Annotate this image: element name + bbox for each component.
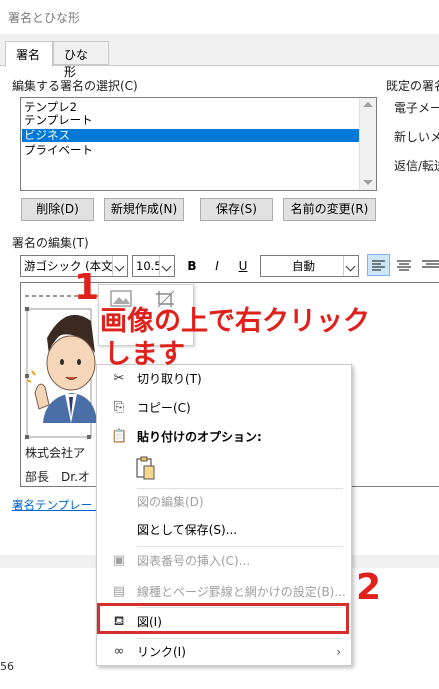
scroll-down-icon[interactable] (363, 180, 373, 185)
list-item[interactable]: プライベート (22, 144, 359, 157)
default-reply-label: 返信/転送 (394, 159, 439, 173)
rename-button[interactable]: 名前の変更(R) (283, 198, 376, 221)
page-icon: ▤ (112, 584, 126, 599)
edit-signature-label: 署名の編集(T) (12, 236, 89, 250)
menu-item-edit-picture[interactable]: 図の編集(D) (97, 491, 351, 513)
menu-item-borders-shading[interactable]: ▤ 線種とページ罫線と網かけの設定(B)... (97, 581, 351, 603)
align-right-icon (422, 260, 439, 268)
menu-item-save-as-picture[interactable]: 図として保存(S)... (97, 519, 351, 541)
align-left-icon (372, 260, 385, 271)
signature-select-label: 編集する署名の選択(C) (12, 79, 138, 93)
step1-text-line1: 画像の上で右クリック (100, 306, 370, 337)
new-signature-button[interactable]: 新規作成(N) (104, 198, 184, 221)
chevron-down-icon[interactable] (343, 256, 358, 276)
signature-title: 部長 Dr.オ (25, 470, 90, 484)
menu-separator (137, 638, 343, 639)
background-number: 56 (0, 660, 14, 673)
font-color-select[interactable]: 自動 (260, 255, 359, 277)
chevron-down-icon[interactable] (112, 256, 127, 276)
align-center-button[interactable] (393, 255, 415, 275)
submenu-arrow-icon: › (336, 645, 341, 659)
highlight-box (97, 603, 349, 634)
menu-item-paste-options: 📋 貼り付けのオプション: (111, 429, 262, 444)
bold-button[interactable]: B (182, 257, 202, 275)
font-color-value: 自動 (292, 259, 315, 273)
step2-number: 2 (356, 567, 382, 608)
font-size-select[interactable]: 10.5 (132, 255, 175, 277)
caption-icon: ▣ (112, 553, 126, 568)
tab-signature[interactable]: 署名 (5, 41, 53, 67)
scissors-icon: ✂ (113, 371, 125, 386)
window-title: 署名とひな形 (8, 11, 81, 25)
scroll-up-icon[interactable] (363, 102, 373, 107)
tab-template[interactable]: ひな形 (53, 41, 109, 79)
list-item[interactable]: テンプレート (22, 114, 359, 127)
align-right-button[interactable] (418, 255, 439, 275)
delete-button[interactable]: 削除(D) (21, 198, 94, 221)
align-left-button[interactable] (367, 254, 390, 276)
font-size-value: 10.5 (136, 259, 162, 273)
menu-separator (137, 546, 343, 547)
paste-clipboard-icon (136, 456, 155, 480)
align-center-icon (397, 260, 411, 271)
businessman-illustration-icon (34, 314, 97, 423)
italic-button[interactable]: I (207, 257, 227, 275)
chevron-down-icon[interactable] (159, 256, 174, 276)
menu-item-insert-caption[interactable]: ▣ 図表番号の挿入(C)... (97, 550, 351, 572)
default-email-label: 電子メール (394, 101, 439, 115)
signature-list[interactable]: テンプレ2 テンプレート ビジネス プライベート (20, 97, 377, 191)
signature-company: 株式会社ア (25, 446, 86, 460)
link-icon: ∞ (113, 644, 125, 659)
clipboard-icon: 📋 (111, 429, 128, 444)
default-signature-label: 既定の署名 (386, 79, 439, 93)
menu-item-link[interactable]: ∞ リンク(I) › (97, 641, 351, 663)
list-scrollbar[interactable] (359, 98, 376, 190)
list-item-selected[interactable]: ビジネス (22, 129, 359, 142)
save-button[interactable]: 保存(S) (200, 198, 273, 221)
menu-item-copy[interactable]: ⎘ コピー(C) (97, 397, 351, 419)
menu-separator (137, 488, 343, 489)
step1-number: 1 (74, 267, 100, 308)
title-bar: 署名とひな形 (0, 0, 439, 34)
default-new-label: 新しいメッ (394, 130, 439, 144)
step1-text-line2: します (104, 339, 185, 370)
paste-keep-source-button[interactable] (135, 455, 157, 481)
copy-icon: ⎘ (113, 400, 125, 415)
underline-button[interactable]: U (233, 257, 253, 275)
